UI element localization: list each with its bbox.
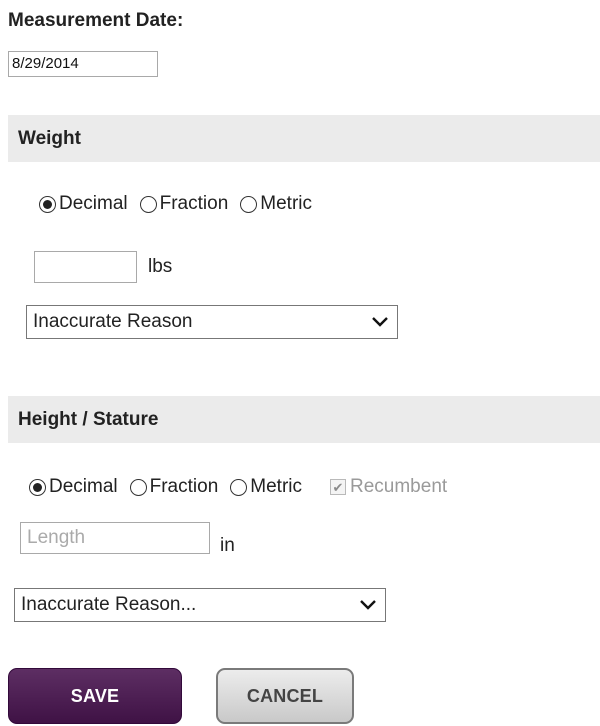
height-fraction-radio[interactable] [129, 478, 147, 496]
weight-metric-label: Metric [260, 193, 312, 214]
height-format-radios: Decimal Fraction Metric ✔ Recumbent [29, 476, 447, 498]
recumbent-checkbox[interactable]: ✔ [330, 479, 346, 495]
measurement-form: Measurement Date: 8/29/2014 Weight Decim… [0, 0, 600, 726]
height-decimal-label: Decimal [49, 476, 118, 497]
height-unit-label: in [220, 535, 235, 556]
weight-reason-selected-value: Inaccurate Reason [33, 311, 193, 332]
weight-decimal-label: Decimal [59, 193, 128, 214]
weight-fraction-radio[interactable] [139, 195, 157, 213]
chevron-down-icon [360, 600, 376, 610]
weight-format-radios: Decimal Fraction Metric [39, 193, 324, 215]
weight-metric-radio[interactable] [240, 195, 258, 213]
height-metric-label: Metric [250, 476, 302, 497]
weight-fraction-label: Fraction [159, 193, 229, 214]
weight-unit-label: lbs [148, 256, 173, 277]
height-section-header: Height / Stature [8, 396, 600, 443]
measurement-date-label: Measurement Date: [8, 10, 184, 31]
height-metric-radio[interactable] [230, 478, 248, 496]
weight-input[interactable] [34, 251, 137, 283]
chevron-down-icon [372, 317, 388, 327]
height-length-input[interactable]: Length [20, 522, 210, 554]
weight-inaccurate-reason-select[interactable]: Inaccurate Reason [26, 305, 398, 339]
save-button[interactable]: SAVE [8, 668, 182, 724]
height-fraction-label: Fraction [149, 476, 219, 497]
weight-section-title: Weight [18, 128, 81, 149]
height-decimal-radio[interactable] [29, 478, 46, 496]
height-section-title: Height / Stature [18, 409, 159, 430]
height-reason-selected-value: Inaccurate Reason... [21, 594, 197, 615]
measurement-date-input[interactable]: 8/29/2014 [8, 51, 158, 77]
height-inaccurate-reason-select[interactable]: Inaccurate Reason... [14, 588, 386, 622]
recumbent-label: Recumbent [350, 476, 448, 497]
weight-decimal-radio[interactable] [39, 195, 56, 213]
cancel-button[interactable]: CANCEL [216, 668, 354, 724]
weight-section-header: Weight [8, 115, 600, 162]
